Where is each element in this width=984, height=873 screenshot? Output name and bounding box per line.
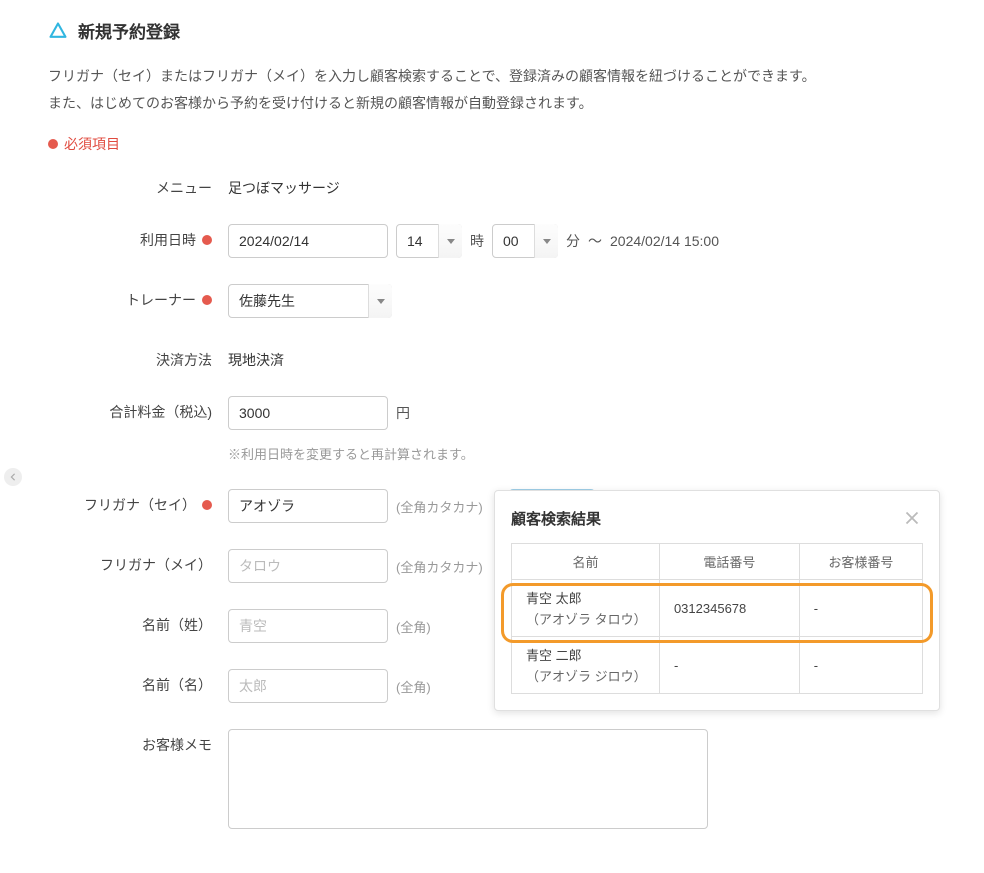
label-memo: お客様メモ (142, 735, 212, 755)
zenkaku-hint: (全角) (396, 677, 431, 696)
cell-name: 青空 太郎 (526, 588, 645, 607)
brand-triangle-icon (48, 21, 68, 41)
date-input[interactable] (228, 224, 388, 258)
row-menu: メニュー 足つぼマッサージ (48, 172, 948, 198)
required-dot-icon (202, 500, 212, 510)
label-furigana-sei: フリガナ（セイ） (84, 495, 196, 515)
end-datetime: 2024/02/14 15:00 (610, 233, 719, 249)
required-dot-icon (48, 139, 58, 149)
cell-customer-no: - (799, 637, 922, 694)
required-legend: 必須項目 (48, 134, 948, 154)
label-menu: メニュー (156, 178, 212, 198)
label-furigana-mei: フリガナ（メイ） (100, 555, 212, 575)
cell-phone: 0312345678 (659, 580, 799, 637)
table-header-row: 名前 電話番号 お客様番号 (512, 544, 923, 580)
cell-customer-no: - (799, 580, 922, 637)
table-row[interactable]: 青空 太郎 （アオゾラ タロウ） 0312345678 - (512, 580, 923, 637)
popup-title: 顧客検索結果 (511, 508, 601, 529)
range-separator: 〜 (588, 231, 602, 251)
total-hint: ※利用日時を変更すると再計算されます。 (228, 444, 948, 463)
hour-unit: 時 (470, 231, 484, 251)
collapse-chevron-icon[interactable] (4, 468, 22, 486)
row-total: 合計料金（税込) 円 ※利用日時を変更すると再計算されます。 (48, 396, 948, 463)
page-title: 新規予約登録 (78, 18, 180, 43)
katakana-hint: (全角カタカナ) (396, 497, 483, 516)
col-phone: 電話番号 (659, 544, 799, 580)
furigana-mei-input[interactable] (228, 549, 388, 583)
row-datetime: 利用日時 14 時 00 分 〜 2024/02/14 15:00 (48, 224, 948, 258)
memo-textarea[interactable] (228, 729, 708, 829)
close-icon[interactable] (901, 507, 923, 529)
name-mei-input[interactable] (228, 669, 388, 703)
minute-unit: 分 (566, 231, 580, 251)
total-unit: 円 (396, 403, 410, 423)
row-trainer: トレーナー 佐藤先生 (48, 284, 948, 318)
col-name: 名前 (512, 544, 660, 580)
zenkaku-hint: (全角) (396, 617, 431, 636)
trainer-select[interactable]: 佐藤先生 (228, 284, 392, 318)
required-legend-label: 必須項目 (64, 134, 120, 154)
required-dot-icon (202, 235, 212, 245)
table-row[interactable]: 青空 二郎 （アオゾラ ジロウ） - - (512, 637, 923, 694)
total-input[interactable] (228, 396, 388, 430)
label-name-mei: 名前（名） (142, 675, 212, 695)
cell-name: 青空 二郎 (526, 645, 645, 664)
katakana-hint: (全角カタカナ) (396, 557, 483, 576)
cell-kana: （アオゾラ タロウ） (526, 609, 645, 628)
result-table: 名前 電話番号 お客様番号 青空 太郎 （アオゾラ タロウ） 031234567… (511, 543, 923, 694)
row-memo: お客様メモ (48, 729, 948, 829)
col-customer-no: お客様番号 (799, 544, 922, 580)
name-sei-input[interactable] (228, 609, 388, 643)
label-payment: 決済方法 (156, 350, 212, 370)
value-payment: 現地決済 (228, 344, 284, 370)
furigana-sei-input[interactable] (228, 489, 388, 523)
trainer-select-wrap: 佐藤先生 (228, 284, 392, 318)
intro-line-2: また、はじめてのお客様から予約を受け付けると新規の顧客情報が自動登録されます。 (48, 90, 948, 117)
hour-select-wrap: 14 (396, 224, 462, 258)
minute-select-wrap: 00 (492, 224, 558, 258)
intro-line-1: フリガナ（セイ）またはフリガナ（メイ）を入力し顧客検索することで、登録済みの顧客… (48, 63, 948, 90)
label-name-sei: 名前（姓） (142, 615, 212, 635)
hour-select[interactable]: 14 (396, 224, 462, 258)
cell-kana: （アオゾラ ジロウ） (526, 666, 645, 685)
label-trainer: トレーナー (126, 290, 196, 310)
required-dot-icon (202, 295, 212, 305)
intro-text: フリガナ（セイ）またはフリガナ（メイ）を入力し顧客検索することで、登録済みの顧客… (48, 63, 948, 116)
label-datetime: 利用日時 (140, 230, 196, 250)
row-payment: 決済方法 現地決済 (48, 344, 948, 370)
customer-search-popup: 顧客検索結果 名前 電話番号 お客様番号 青空 太郎 （アオゾラ タロウ） 03… (494, 490, 940, 711)
label-total: 合計料金（税込) (109, 402, 212, 422)
page-header: 新規予約登録 (48, 18, 948, 43)
value-menu: 足つぼマッサージ (228, 172, 340, 198)
minute-select[interactable]: 00 (492, 224, 558, 258)
cell-phone: - (659, 637, 799, 694)
